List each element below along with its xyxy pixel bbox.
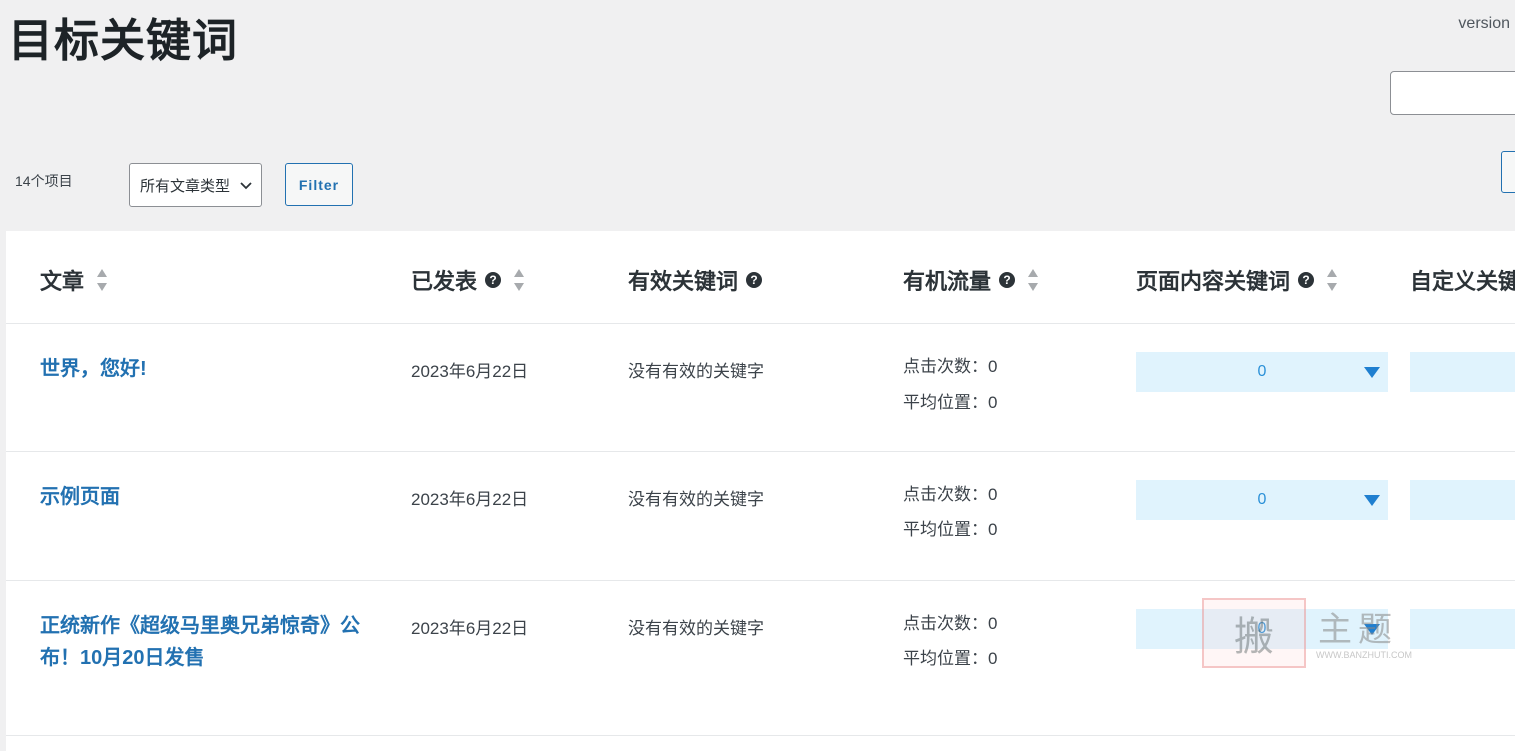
table-row: 世界，您好! 2023年6月22日 没有有效的关键字 点击次数：0 平均位置：0…	[6, 324, 1515, 452]
column-organic-traffic[interactable]: 有机流量 ?	[903, 264, 1039, 296]
custom-keywords-dropdown[interactable]	[1410, 480, 1515, 520]
column-published-label: 已发表	[411, 269, 478, 294]
site-watermark: 搬 主题 WWW.BANZHUTI.COM	[1200, 596, 1432, 668]
post-type-select[interactable]: 所有文章类型	[129, 163, 262, 207]
sort-icon[interactable]	[1027, 267, 1039, 293]
table-row: 示例页面 2023年6月22日 没有有效的关键字 点击次数：0 平均位置：0 0	[6, 452, 1515, 581]
avg-position-value: 平均位置：0	[903, 520, 998, 539]
post-title-link[interactable]: 世界，您好!	[40, 353, 380, 385]
search-button[interactable]	[1501, 151, 1515, 193]
content-keywords-count: 0	[1257, 491, 1267, 508]
column-custom-keywords-label: 自定义关键	[1410, 269, 1515, 294]
post-title-link[interactable]: 正统新作《超级马里奥兄弟惊奇》公布！10月20日发售	[40, 610, 380, 674]
watermark-seal: 搬	[1202, 598, 1306, 668]
chevron-down-icon	[240, 182, 252, 190]
table-header: 文章 已发表 ? 有效关键词 ? 有机流量 ? 页面内容关键词 ? 自定义关键	[6, 231, 1515, 324]
column-valid-keywords-label: 有效关键词	[628, 269, 739, 294]
avg-position-value: 平均位置：0	[903, 649, 998, 668]
column-article-label: 文章	[40, 269, 85, 294]
post-date: 2023年6月22日	[411, 490, 529, 509]
sort-icon[interactable]	[96, 267, 108, 293]
help-icon[interactable]: ?	[999, 272, 1016, 288]
column-published[interactable]: 已发表 ?	[411, 264, 525, 296]
content-keywords-count: 0	[1257, 363, 1267, 380]
sort-icon[interactable]	[1326, 267, 1338, 293]
column-organic-traffic-label: 有机流量	[903, 269, 992, 294]
sort-icon[interactable]	[513, 267, 525, 293]
keywords-table: 文章 已发表 ? 有效关键词 ? 有机流量 ? 页面内容关键词 ? 自定义关键 …	[6, 231, 1515, 751]
watermark-url: WWW.BANZHUTI.COM	[1316, 650, 1412, 660]
version-label: version	[1458, 15, 1510, 32]
watermark-text: 主题	[1318, 610, 1398, 650]
post-type-select-value: 所有文章类型	[140, 177, 231, 195]
page-title: 目标关键词	[8, 15, 239, 66]
content-keywords-dropdown[interactable]: 0	[1136, 480, 1388, 520]
column-page-content-keywords[interactable]: 页面内容关键词 ?	[1136, 264, 1338, 296]
help-icon[interactable]: ?	[746, 272, 763, 288]
custom-keywords-dropdown[interactable]	[1410, 352, 1515, 392]
column-page-content-keywords-label: 页面内容关键词	[1136, 269, 1291, 294]
valid-keywords-value: 没有有效的关键字	[628, 619, 764, 638]
post-date: 2023年6月22日	[411, 619, 529, 638]
avg-position-value: 平均位置：0	[903, 393, 998, 412]
column-article[interactable]: 文章	[40, 264, 108, 296]
post-title-link[interactable]: 示例页面	[40, 481, 380, 513]
caret-down-icon	[1364, 367, 1380, 378]
column-custom-keywords: 自定义关键	[1410, 264, 1515, 296]
column-valid-keywords: 有效关键词 ?	[628, 264, 763, 296]
clicks-value: 点击次数：0	[903, 614, 998, 633]
valid-keywords-value: 没有有效的关键字	[628, 362, 764, 381]
post-date: 2023年6月22日	[411, 362, 529, 381]
filter-button[interactable]: Filter	[285, 163, 353, 206]
help-icon[interactable]: ?	[485, 272, 502, 288]
clicks-value: 点击次数：0	[903, 357, 998, 376]
valid-keywords-value: 没有有效的关键字	[628, 490, 764, 509]
content-keywords-dropdown[interactable]: 0	[1136, 352, 1388, 392]
clicks-value: 点击次数：0	[903, 485, 998, 504]
help-icon[interactable]: ?	[1298, 272, 1315, 288]
item-count: 14个项目	[15, 173, 73, 189]
search-input[interactable]	[1390, 71, 1515, 115]
caret-down-icon	[1364, 495, 1380, 506]
